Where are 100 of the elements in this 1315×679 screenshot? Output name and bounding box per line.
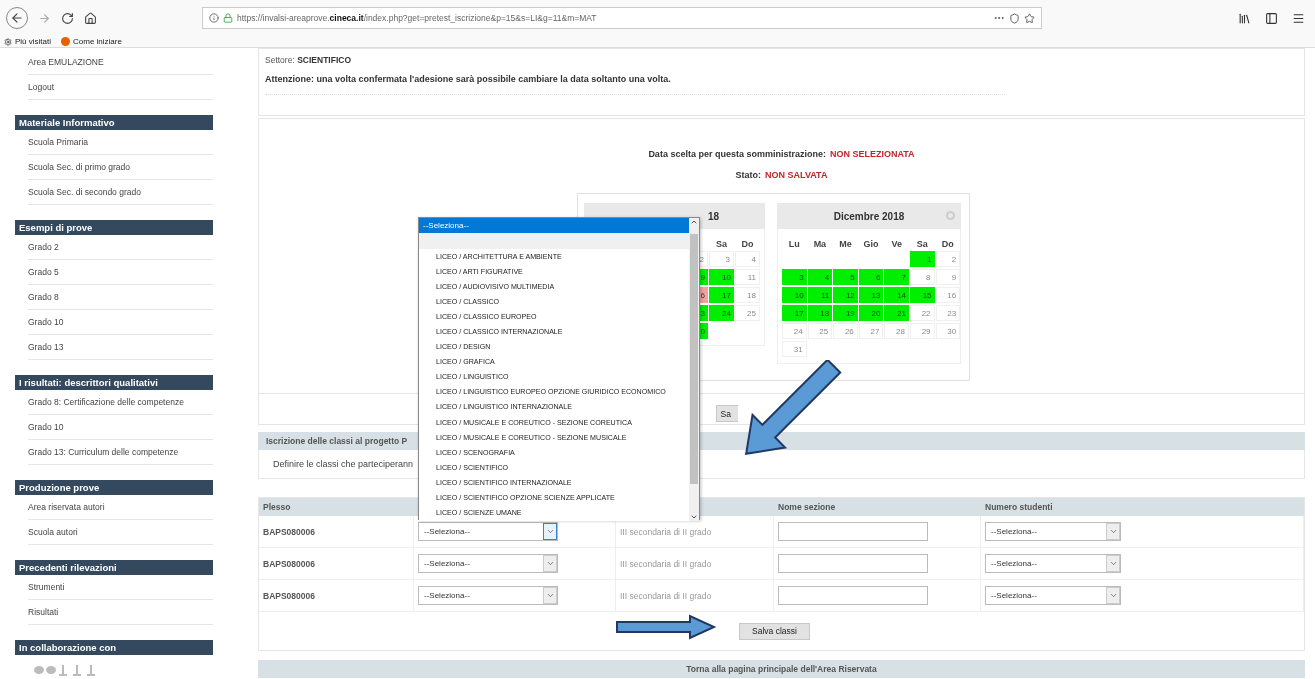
sidebar-link[interactable]: Grado 13: Curriculum delle competenze [28,440,213,465]
weekday-label: Gio [862,238,880,251]
weekday-label: Do [740,238,755,251]
course-select[interactable]: --Seleziona-- [418,522,558,541]
dropdown-option[interactable]: --Seleziona-- [419,218,689,233]
sidebar-link[interactable]: Area riservata autori [28,495,213,520]
course-select[interactable]: --Seleziona-- [418,586,558,605]
sidebar-heading: In collaborazione con [15,640,213,655]
library-icon[interactable] [1238,11,1251,25]
calendar-day[interactable]: 1 [909,251,935,267]
notice-text: Attenzione: una volta confermata l'adesione sarà possibile cambiare la data soltanto una volta. [265,74,672,84]
sidebar-link[interactable]: Strumenti [28,575,213,600]
reload-button[interactable] [61,11,74,25]
table-cell: BAPS080006 [259,548,414,580]
calendar-day[interactable]: 4 [807,269,833,285]
info-icon[interactable] [209,13,219,23]
calendar-day[interactable]: 17 [709,287,734,303]
shield-icon[interactable] [1009,12,1020,24]
students-select[interactable]: --Seleziona-- [985,554,1121,573]
calendar-day[interactable]: 3 [782,269,807,285]
calendar-day: 18 [735,287,760,303]
back-link[interactable]: Torna alla pagina principale dell'Area Riservata [258,660,1305,678]
save-date-button[interactable]: Sa [715,405,738,422]
calendar-day: 29 [909,323,935,339]
url-text: https://invalsi-areaprove.cineca.it/index.php?get=pretest_iscrizione&p=15&s=LI&g=11&m=MAT [237,13,598,23]
section-name-field[interactable] [778,586,928,605]
weekday-label: Do [940,238,955,251]
sidebar-link[interactable]: Scuola Sec. di primo grado [28,155,213,180]
scrollbar[interactable] [689,218,699,521]
weekday-label: Ma [812,238,828,251]
bookmark-link[interactable]: Come iniziare [61,37,122,46]
sidebar-link[interactable]: Grado 10 [28,415,213,440]
sector-text: Settore: SCIENTIFICO [265,54,352,67]
sidebar-link[interactable]: Grado 10 [28,310,213,335]
calendar-header: Dicembre 2018 [777,203,961,229]
calendar-day: 24 [782,323,807,339]
save-classes-button[interactable]: Salva classi [739,622,810,640]
calendar-day[interactable]: 11 [807,287,833,303]
calendar-day[interactable]: 5 [833,269,858,285]
scroll-up-icon[interactable] [690,218,698,226]
calendar-day[interactable]: 18 [807,305,833,321]
sidebar-link[interactable]: Scuola Primaria [28,130,213,155]
table-cell: III secondaria di II grado [616,580,774,612]
calendar-day[interactable]: 7 [884,269,909,285]
calendar-day: 22 [909,305,935,321]
calendar-day[interactable]: 24 [709,305,734,321]
calendar-day[interactable]: 19 [833,305,858,321]
address-bar[interactable]: https://invalsi-areaprove.cineca.it/index.php?get=pretest_iscrizione&p=15&s=LI&g=11&m=MAT [202,7,1042,29]
calendar-day[interactable]: 15 [909,287,935,303]
chosen-date-text: Data scelta per questa somministrazione: NON SELEZIONATA [648,147,915,161]
sidebar-link[interactable]: Grado 13 [28,335,213,360]
bookmark-star-icon[interactable] [1024,12,1035,24]
calendar-day: 11 [735,269,760,285]
calendar-day[interactable]: 17 [782,305,807,321]
calendar-day[interactable]: 12 [833,287,858,303]
home-button[interactable] [84,11,97,25]
students-select[interactable]: --Seleziona-- [985,586,1121,605]
calendar-day: 28 [884,323,909,339]
sidebar-link[interactable]: Grado 8: Certificazione delle competenze [28,390,213,415]
calendar-day: 26 [833,323,858,339]
course-select[interactable]: --Seleziona-- [418,554,558,573]
calendar-day: 4 [735,251,760,267]
sidebar-link[interactable]: Area EMULAZIONE [28,50,213,75]
calendar-day[interactable]: 20 [858,305,884,321]
weekday-label: Sa [915,238,929,251]
calendar-day[interactable]: 6 [858,269,884,285]
calendar-day: 25 [807,323,833,339]
students-select[interactable]: --Seleziona-- [985,522,1121,541]
lock-icon [223,13,233,23]
section-name-field[interactable] [778,522,928,541]
sidebar-icon[interactable] [1265,11,1278,25]
calendar-day: 27 [858,323,884,339]
sidebar-heading: Materiale Informativo [15,115,213,130]
calendar-day: 9 [935,269,961,285]
calendar-day[interactable]: 10 [709,269,734,285]
calendar-day: 31 [782,341,807,357]
sidebar-link[interactable]: Scuola autori [28,520,213,545]
calendar-day[interactable]: 14 [884,287,909,303]
sidebar-link[interactable]: Grado 5 [28,260,213,285]
calendar-day: 8 [909,269,935,285]
sidebar-link[interactable]: Logout [28,75,213,100]
section-name-field[interactable] [778,554,928,573]
sidebar-heading: Esempi di prove [15,220,213,235]
calendar-day[interactable]: 10 [782,287,807,303]
forward-button[interactable] [38,11,51,25]
calendar-day[interactable]: 13 [858,287,884,303]
sidebar-heading: Produzione prove [15,480,213,495]
table-cell: BAPS080006 [259,516,414,548]
calendar-day[interactable]: 21 [884,305,909,321]
sidebar-link[interactable]: Risultati [28,600,213,625]
column-header: Nome sezione [774,498,981,516]
calendar-day: 16 [935,287,961,303]
sidebar-link[interactable]: Scuola Sec. di secondo grado [28,180,213,205]
bookmark-link[interactable]: Più visitati [4,37,51,46]
calendar-day: 2 [935,251,961,267]
weekday-label: Ve [890,238,903,251]
menu-icon[interactable] [1292,11,1305,25]
sidebar-link[interactable]: Grado 2 [28,235,213,260]
sidebar-link[interactable]: Grado 8 [28,285,213,310]
sidebar-heading: I risultati: descrittori qualitativi [15,375,213,390]
